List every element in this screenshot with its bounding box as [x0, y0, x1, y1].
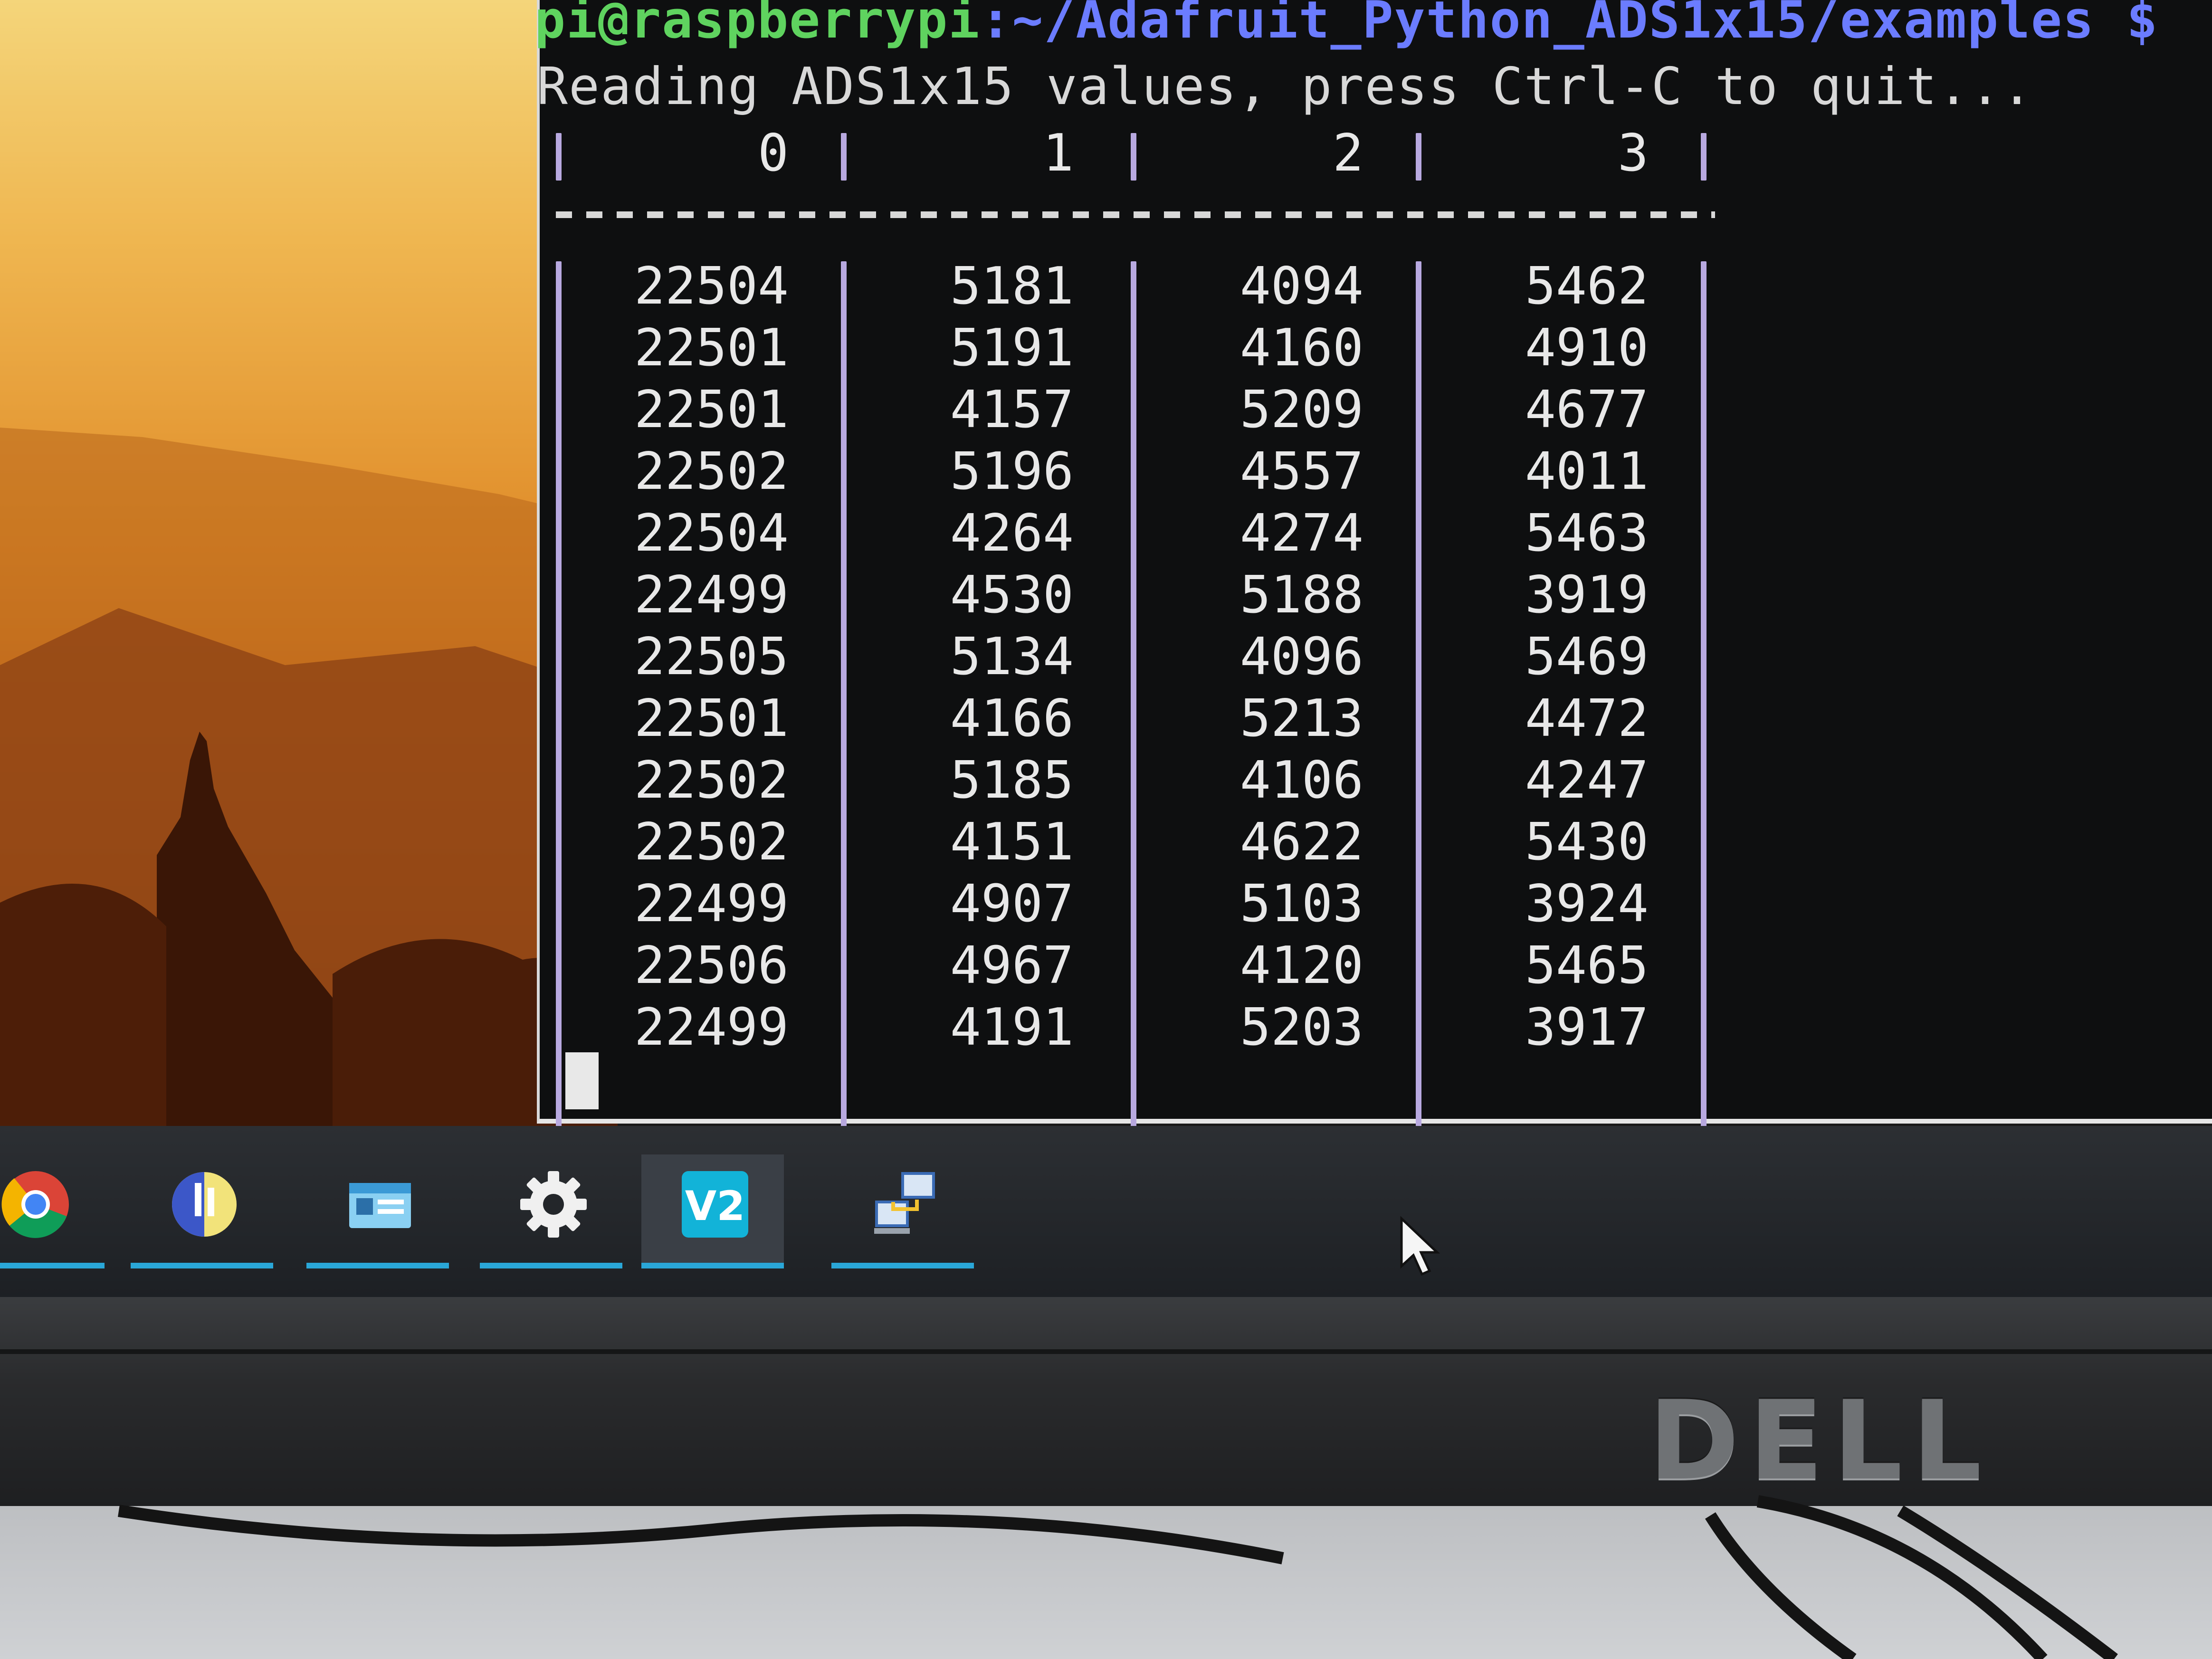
table-cell: 4106: [1239, 751, 1363, 810]
table-cell: 22499: [634, 874, 789, 934]
column-separator: [841, 133, 847, 181]
table-cell: 22504: [634, 257, 789, 316]
table-cell: 5191: [950, 318, 1074, 378]
table-cell: 4094: [1239, 257, 1363, 316]
table-cell: 5188: [1239, 565, 1363, 625]
network-icon: [874, 1172, 935, 1234]
table-cell: 5463: [1525, 504, 1649, 563]
table-cell: 22504: [634, 504, 789, 563]
table-cell: 4247: [1525, 751, 1649, 810]
bezel-edge: [0, 1349, 2212, 1354]
table-cell: 22502: [634, 751, 789, 810]
taskbar-running-indicator: [480, 1263, 622, 1268]
column-header: 1: [1042, 124, 1074, 183]
column-separator: [1416, 261, 1421, 1164]
taskbar-item-chrome[interactable]: [0, 1154, 105, 1268]
taskbar-running-indicator: [0, 1263, 105, 1268]
header-divider: [556, 211, 1715, 218]
table-cell: 4677: [1525, 380, 1649, 439]
thonny-icon: [172, 1172, 237, 1237]
table-cell: 5185: [950, 751, 1074, 810]
table-cell: 5430: [1525, 812, 1649, 872]
prompt-symbol: $: [2126, 0, 2159, 50]
column-header: 3: [1617, 124, 1649, 183]
table-cell: 5181: [950, 257, 1074, 316]
taskbar-item-file-manager[interactable]: [306, 1154, 449, 1268]
table-cell: 5209: [1239, 380, 1363, 439]
taskbar-running-indicator: [641, 1263, 784, 1268]
taskbar-item-network[interactable]: [831, 1154, 974, 1268]
table-cell: 4191: [950, 998, 1074, 1057]
column-separator: [556, 261, 562, 1164]
desktop-wallpaper: [0, 0, 618, 1197]
taskbar-item-vnc[interactable]: V2: [641, 1154, 784, 1268]
table-cell: 4622: [1239, 812, 1363, 872]
table-cell: 4151: [950, 812, 1074, 872]
table-cell: 22502: [634, 812, 789, 872]
table-cell: 4157: [950, 380, 1074, 439]
table-cell: 5462: [1525, 257, 1649, 316]
table-cell: 4910: [1525, 318, 1649, 378]
taskbar-running-indicator: [306, 1263, 449, 1268]
table-cell: 5196: [950, 442, 1074, 501]
status-line: Reading ADS1x15 values, press Ctrl-C to …: [537, 57, 2034, 116]
cables: [118, 1495, 2118, 1659]
table-cell: 3924: [1525, 874, 1649, 934]
column-separator: [1131, 133, 1136, 181]
table-cell: 22499: [634, 998, 789, 1057]
table-cell: 3919: [1525, 565, 1649, 625]
table-cell: 4530: [950, 565, 1074, 625]
file-manager-icon: [349, 1183, 411, 1228]
terminal-cursor: [565, 1052, 599, 1109]
taskbar-item-settings[interactable]: [480, 1154, 622, 1268]
prompt-user: pi@raspberrypi: [534, 0, 981, 50]
table-cell: 5213: [1239, 689, 1363, 748]
table-cell: 5134: [950, 627, 1074, 686]
column-separator: [1701, 261, 1707, 1164]
taskbar-running-indicator: [131, 1263, 273, 1268]
table-cell: 4557: [1239, 442, 1363, 501]
table-cell: 5103: [1239, 874, 1363, 934]
column-header: 0: [757, 124, 789, 183]
table-cell: 5469: [1525, 627, 1649, 686]
taskbar-running-indicator: [831, 1263, 974, 1268]
table-cell: 4120: [1239, 936, 1363, 995]
taskbar-item-thonny[interactable]: [131, 1154, 273, 1268]
table-cell: 22501: [634, 689, 789, 748]
table-cell: 4166: [950, 689, 1074, 748]
table-cell: 22501: [634, 318, 789, 378]
table-cell: 22499: [634, 565, 789, 625]
table-cell: 4472: [1525, 689, 1649, 748]
table-cell: 4967: [950, 936, 1074, 995]
column-separator: [556, 133, 562, 181]
table-cell: 22505: [634, 627, 789, 686]
column-separator: [1416, 133, 1421, 181]
vnc-label: V2: [685, 1182, 745, 1230]
table-cell: 22502: [634, 442, 789, 501]
table-cell: 4274: [1239, 504, 1363, 563]
table-cell: 5203: [1239, 998, 1363, 1057]
table-cell: 4096: [1239, 627, 1363, 686]
table-cell: 5465: [1525, 936, 1649, 995]
wallpaper-landscape: [0, 428, 618, 1188]
column-separator: [1701, 133, 1707, 181]
prompt-path: :~/Adafruit_Python_ADS1x15/examples: [980, 0, 2095, 50]
chrome-icon: [1, 1171, 69, 1238]
table-cell: 4011: [1525, 442, 1649, 501]
photo-scene: pi@raspberrypi:~/Adafruit_Python_ADS1x15…: [0, 0, 2212, 1659]
gear-icon: [520, 1171, 587, 1238]
table-cell: 4907: [950, 874, 1074, 934]
table-cell: 4160: [1239, 318, 1363, 378]
shell-prompt: pi@raspberrypi:~/Adafruit_Python_ADS1x15…: [534, 0, 2158, 50]
ads-value-table: 0 1 2 3 22504 5181 4094 5462 22501 5191 4160 49…: [556, 124, 1720, 1164]
table-cell: 3917: [1525, 998, 1649, 1057]
vnc-icon: V2: [682, 1171, 748, 1238]
table-cell: 22506: [634, 936, 789, 995]
mouse-pointer-icon: [1400, 1216, 1440, 1276]
table-cell: 22501: [634, 380, 789, 439]
table-cell: 4264: [950, 504, 1074, 563]
column-header: 2: [1332, 124, 1363, 183]
column-separator: [1131, 261, 1136, 1164]
column-separator: [841, 261, 847, 1164]
